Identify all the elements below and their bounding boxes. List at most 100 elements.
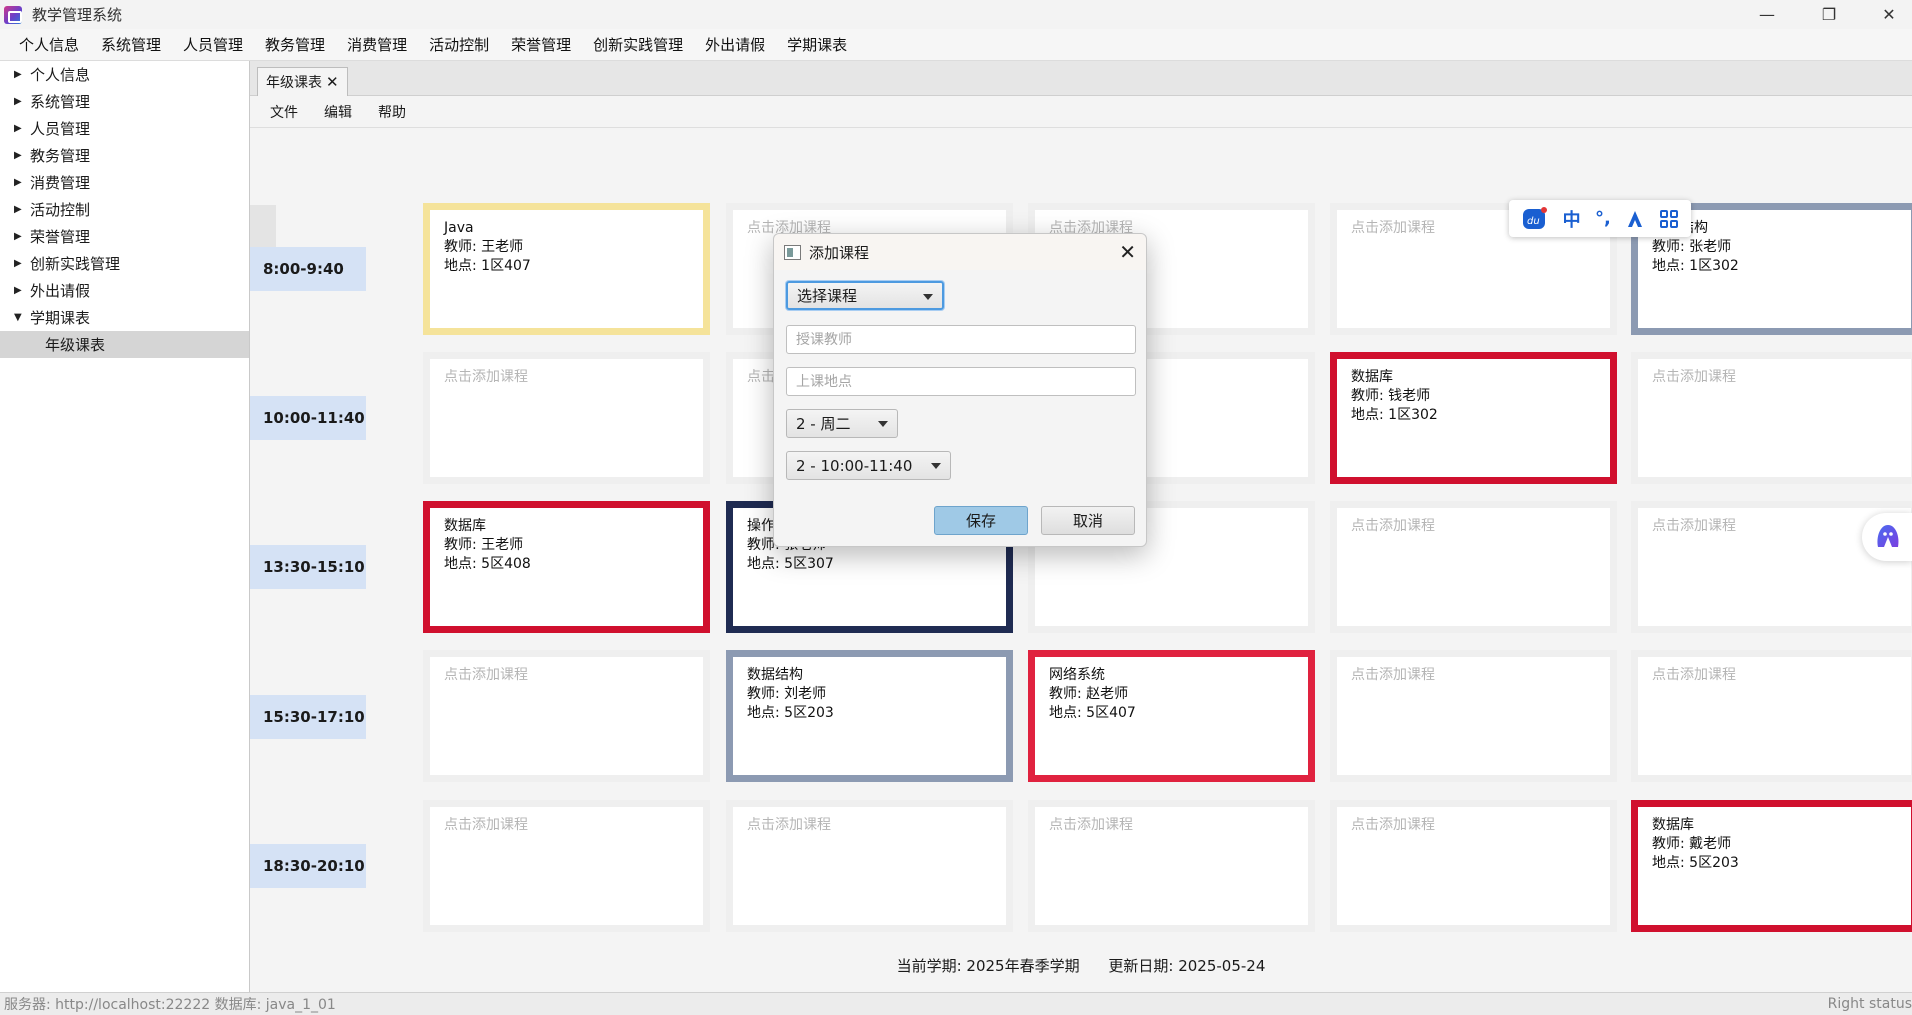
menu-leave[interactable]: 外出请假 bbox=[694, 34, 776, 55]
empty-course-cell[interactable]: 点击添加课程 bbox=[423, 800, 710, 932]
course-room: 地点: 1区302 bbox=[1652, 258, 1739, 274]
expand-arrow-icon[interactable]: ▶ bbox=[14, 69, 30, 80]
day-select[interactable]: 2 - 周二 bbox=[786, 409, 898, 438]
ime-mode-toggle[interactable]: 中 bbox=[1563, 206, 1581, 232]
add-course-hint: 点击添加课程 bbox=[1351, 667, 1435, 683]
menu-system-admin[interactable]: 系统管理 bbox=[90, 34, 172, 55]
sidebar-item-activity[interactable]: ▶ 活动控制 bbox=[0, 196, 249, 223]
minimize-button[interactable]: — bbox=[1744, 0, 1790, 29]
sidebar-item-personnel[interactable]: ▶ 人员管理 bbox=[0, 115, 249, 142]
add-course-dialog: 添加课程 ✕ 选择课程 2 - 周二 2 - 10:00-11:40 保存 取消 bbox=[773, 233, 1147, 547]
chevron-down-icon bbox=[923, 294, 933, 300]
sidebar-item-label: 系统管理 bbox=[30, 93, 91, 111]
sidebar-item-label: 学期课表 bbox=[30, 309, 91, 327]
dialog-title-bar: 添加课程 ✕ bbox=[774, 234, 1146, 270]
course-course: Java bbox=[444, 220, 474, 236]
footer: 当前学期: 2025年春季学期 更新日期: 2025-05-24 bbox=[250, 955, 1912, 976]
menu-timetable[interactable]: 学期课表 bbox=[776, 34, 858, 55]
menu-personnel[interactable]: 人员管理 bbox=[172, 34, 254, 55]
day-select-value: 2 - 周二 bbox=[796, 415, 851, 433]
course-teacher: 教师: 戴老师 bbox=[1652, 836, 1732, 852]
grid-corner bbox=[250, 205, 276, 249]
expand-arrow-icon[interactable]: ▶ bbox=[14, 258, 30, 269]
ime-toolbar: du 中 °, bbox=[1509, 200, 1691, 237]
tab-grade-timetable[interactable]: 年级课表 ✕ bbox=[257, 67, 348, 96]
restore-button[interactable]: ❐ bbox=[1806, 0, 1852, 29]
course-cell[interactable]: 数据库 教师: 戴老师 地点: 5区203 bbox=[1631, 800, 1912, 932]
course-course: 网络系统 bbox=[1049, 667, 1105, 683]
course-room: 地点: 5区203 bbox=[747, 705, 834, 721]
menu-consumption[interactable]: 消费管理 bbox=[336, 34, 418, 55]
empty-course-cell[interactable]: 点击添加课程 bbox=[423, 650, 710, 782]
course-cell[interactable]: 网络系统教师: 赵老师 地点: 5区407 bbox=[1028, 650, 1315, 782]
add-course-hint: 点击添加课程 bbox=[1351, 518, 1435, 534]
menu-file[interactable]: 文件 bbox=[270, 102, 298, 122]
expand-arrow-icon[interactable]: ▶ bbox=[14, 204, 30, 215]
course-teacher: 教师: 赵老师 bbox=[1049, 686, 1129, 702]
sidebar-item-leave[interactable]: ▶ 外出请假 bbox=[0, 277, 249, 304]
course-teacher: 教师: 刘老师 bbox=[747, 686, 827, 702]
menu-activity[interactable]: 活动控制 bbox=[418, 34, 500, 55]
add-course-hint: 点击添加课程 bbox=[1652, 667, 1736, 683]
baidu-paw-icon[interactable]: du bbox=[1522, 206, 1548, 232]
course-course: 数据库 bbox=[1351, 369, 1393, 385]
menu-personal-info[interactable]: 个人信息 bbox=[8, 34, 90, 55]
sidebar-item-system-admin[interactable]: ▶ 系统管理 bbox=[0, 88, 249, 115]
course-cell[interactable]: 数据库 教师: 王老师 地点: 5区408 bbox=[423, 501, 710, 633]
chevron-down-icon bbox=[878, 421, 888, 427]
expand-arrow-icon[interactable]: ▶ bbox=[14, 123, 30, 134]
menu-honor[interactable]: 荣誉管理 bbox=[500, 34, 582, 55]
menu-innovation[interactable]: 创新实践管理 bbox=[582, 34, 694, 55]
expand-arrow-icon[interactable]: ▶ bbox=[14, 96, 30, 107]
sidebar-item-honor[interactable]: ▶ 荣誉管理 bbox=[0, 223, 249, 250]
menu-help[interactable]: 帮助 bbox=[378, 102, 406, 122]
course-room: 地点: 5区408 bbox=[444, 556, 531, 572]
course-select[interactable]: 选择课程 bbox=[786, 281, 944, 310]
teacher-input[interactable] bbox=[786, 325, 1136, 354]
course-cell[interactable]: Java 教师: 王老师 地点: 1区407 bbox=[423, 203, 710, 335]
close-button[interactable]: ✕ bbox=[1866, 0, 1912, 29]
dialog-close-button[interactable]: ✕ bbox=[1119, 240, 1136, 264]
collapse-arrow-icon[interactable]: ▼ bbox=[14, 312, 30, 323]
assistant-icon bbox=[1877, 525, 1899, 547]
empty-course-cell[interactable]: 点击添加课程 bbox=[1330, 501, 1617, 633]
sidebar-item-grade-timetable[interactable]: 年级课表 bbox=[0, 331, 249, 358]
add-course-hint: 点击添加课程 bbox=[1049, 817, 1133, 833]
expand-arrow-icon[interactable]: ▶ bbox=[14, 177, 30, 188]
course-room: 地点: 1区407 bbox=[444, 258, 531, 274]
empty-course-cell[interactable]: 点击添加课程 bbox=[1028, 800, 1315, 932]
sidebar-item-academic[interactable]: ▶ 教务管理 bbox=[0, 142, 249, 169]
assistant-float-button[interactable] bbox=[1862, 513, 1912, 561]
cancel-button[interactable]: 取消 bbox=[1041, 506, 1135, 535]
menu-edit[interactable]: 编辑 bbox=[324, 102, 352, 122]
course-room: 地点: 5区407 bbox=[1049, 705, 1136, 721]
expand-arrow-icon[interactable]: ▶ bbox=[14, 231, 30, 242]
sidebar-item-personal-info[interactable]: ▶ 个人信息 bbox=[0, 61, 249, 88]
empty-course-cell[interactable]: 点击添加课程 bbox=[1631, 352, 1912, 484]
course-cell[interactable]: 数据结构 教师: 刘老师 地点: 5区203 bbox=[726, 650, 1013, 782]
sidebar-item-label: 荣誉管理 bbox=[30, 228, 91, 246]
expand-arrow-icon[interactable]: ▶ bbox=[14, 150, 30, 161]
empty-course-cell[interactable]: 点击添加课程 bbox=[726, 800, 1013, 932]
save-button[interactable]: 保存 bbox=[934, 506, 1028, 535]
sidebar-item-label: 人员管理 bbox=[30, 120, 91, 138]
ime-skin-icon[interactable] bbox=[1625, 209, 1645, 229]
ime-grid-icon[interactable] bbox=[1659, 209, 1678, 228]
course-cell[interactable]: 数据库 教师: 钱老师 地点: 1区302 bbox=[1330, 352, 1617, 484]
menu-academic[interactable]: 教务管理 bbox=[254, 34, 336, 55]
sidebar-item-timetable[interactable]: ▼ 学期课表 bbox=[0, 304, 249, 331]
empty-course-cell[interactable]: 点击添加课程 bbox=[1330, 800, 1617, 932]
empty-course-cell[interactable]: 点击添加课程 bbox=[1631, 650, 1912, 782]
course-teacher: 教师: 王老师 bbox=[444, 537, 524, 553]
tab-close-icon[interactable]: ✕ bbox=[326, 73, 339, 91]
ime-punctuation-toggle[interactable]: °, bbox=[1595, 208, 1611, 229]
time-select[interactable]: 2 - 10:00-11:40 bbox=[786, 451, 951, 480]
current-term: 当前学期: 2025年春季学期 bbox=[896, 957, 1080, 975]
sidebar-item-consumption[interactable]: ▶ 消费管理 bbox=[0, 169, 249, 196]
time-slot-header: 18:30-20:10 bbox=[250, 844, 366, 888]
location-input[interactable] bbox=[786, 367, 1136, 396]
empty-course-cell[interactable]: 点击添加课程 bbox=[1330, 650, 1617, 782]
expand-arrow-icon[interactable]: ▶ bbox=[14, 285, 30, 296]
sidebar-item-innovation[interactable]: ▶ 创新实践管理 bbox=[0, 250, 249, 277]
empty-course-cell[interactable]: 点击添加课程 bbox=[423, 352, 710, 484]
